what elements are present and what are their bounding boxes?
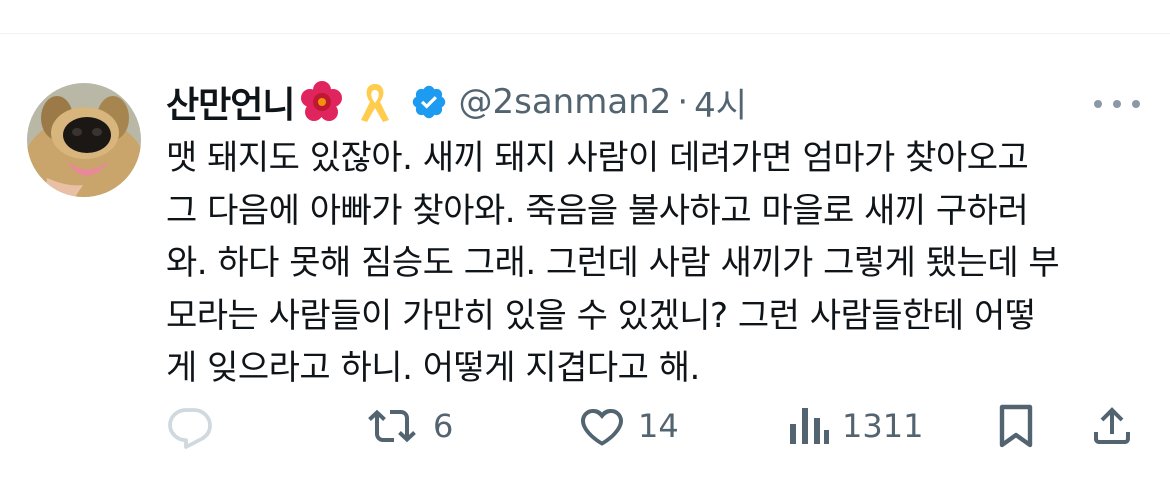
- reply-button[interactable]: [166, 398, 214, 454]
- bookmark-button[interactable]: [994, 398, 1038, 454]
- tweet-text: 맷 돼지도 있잖아. 새끼 돼지 사람이 데려가면 엄마가 찾아오고 그 다음에…: [166, 132, 1156, 395]
- top-divider: [0, 33, 1170, 34]
- reply-icon: [166, 402, 214, 450]
- views-icon: [786, 402, 830, 450]
- like-count: 14: [638, 407, 679, 445]
- share-icon: [1088, 402, 1136, 450]
- views-button[interactable]: 1311: [786, 398, 923, 454]
- display-name[interactable]: 산만언니: [166, 76, 295, 128]
- retweet-icon: [367, 402, 421, 450]
- yellow-ribbon-emoji: [358, 80, 392, 124]
- tweet-text-line: 맷 돼지도 있잖아. 새끼 돼지 사람이 데려가면 엄마가 찾아오고: [166, 138, 1029, 178]
- handle[interactable]: @2sanman2: [458, 82, 671, 122]
- tweet-text-line: 게 잊으라고 하니. 어떻게 지겹다고 해.: [166, 348, 700, 388]
- like-button[interactable]: 14: [578, 398, 679, 454]
- share-button[interactable]: [1088, 398, 1136, 454]
- tweet-header: 산만언니 @2sanman2 · 4시: [166, 74, 747, 130]
- hibiscus-emoji: [300, 80, 344, 124]
- views-count: 1311: [842, 407, 924, 445]
- more-options-icon[interactable]: [1094, 92, 1140, 116]
- avatar[interactable]: [27, 83, 141, 197]
- retweet-button[interactable]: 6: [367, 398, 453, 454]
- tweet-text-line: 그 다음에 아빠가 찾아와. 죽음을 불사하고 마을로 새끼 구하러: [166, 190, 1029, 231]
- heart-icon: [578, 402, 626, 450]
- verified-badge-icon: [410, 83, 448, 121]
- retweet-count: 6: [433, 407, 454, 445]
- timestamp[interactable]: 4시: [694, 78, 747, 127]
- separator-dot: ·: [677, 82, 689, 122]
- bookmark-icon: [994, 402, 1038, 450]
- tweet-text-line: 와. 하다 못해 짐승도 그래. 그런데 사람 새끼가 그렇게 됐는데 부: [166, 243, 1060, 283]
- tweet-text-line: 모라는 사람들이 가만히 있을 수 있겠니? 그런 사람들한테 어떻: [166, 295, 1036, 336]
- action-bar: 6 14 1311: [0, 398, 1170, 454]
